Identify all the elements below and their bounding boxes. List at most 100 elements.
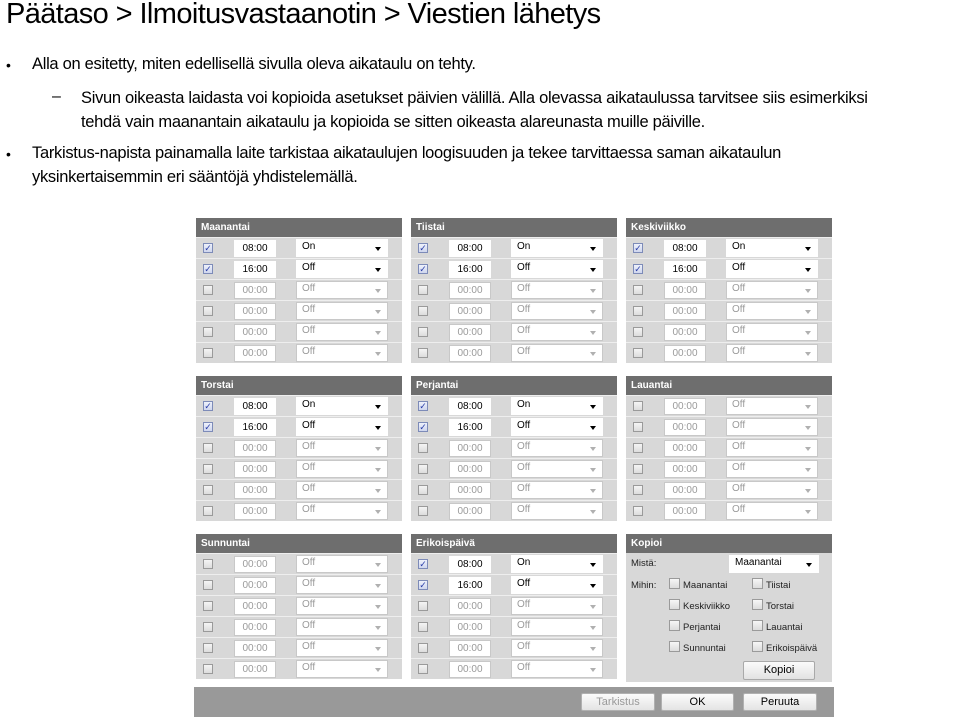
checkbox[interactable] (203, 580, 213, 590)
checkbox[interactable] (633, 464, 643, 474)
checkbox-checked[interactable]: ✓ (418, 401, 428, 411)
cancel-button[interactable]: Peruuta (743, 693, 817, 711)
time-input[interactable]: 00:00 (449, 303, 491, 320)
checkbox-checked[interactable]: ✓ (203, 264, 213, 274)
state-select[interactable]: Off (726, 418, 818, 436)
state-select[interactable]: Off (511, 418, 603, 436)
time-input[interactable]: 00:00 (664, 503, 706, 520)
time-input[interactable]: 00:00 (234, 324, 276, 341)
time-input[interactable]: 00:00 (234, 440, 276, 457)
time-input[interactable]: 16:00 (449, 261, 491, 278)
checkbox[interactable] (203, 306, 213, 316)
state-select[interactable]: Off (726, 397, 818, 415)
checkbox[interactable] (418, 285, 428, 295)
time-input[interactable]: 00:00 (449, 282, 491, 299)
time-input[interactable]: 00:00 (449, 503, 491, 520)
time-input[interactable]: 00:00 (449, 619, 491, 636)
time-input[interactable]: 00:00 (449, 482, 491, 499)
state-select[interactable]: On (511, 397, 603, 415)
copy-button[interactable]: Kopioi (743, 661, 815, 680)
copy-target-checkbox[interactable] (669, 578, 680, 589)
state-select[interactable]: Off (511, 323, 603, 341)
ok-button[interactable]: OK (661, 693, 734, 711)
checkbox[interactable] (633, 443, 643, 453)
checkbox-checked[interactable]: ✓ (203, 401, 213, 411)
checkbox[interactable] (633, 285, 643, 295)
time-input[interactable]: 08:00 (449, 240, 491, 257)
check-button[interactable]: Tarkistus (581, 693, 655, 711)
checkbox[interactable] (203, 622, 213, 632)
time-input[interactable]: 08:00 (234, 240, 276, 257)
state-select[interactable]: Off (511, 260, 603, 278)
time-input[interactable]: 00:00 (234, 503, 276, 520)
checkbox[interactable] (203, 601, 213, 611)
checkbox[interactable] (203, 485, 213, 495)
state-select[interactable]: Off (511, 502, 603, 520)
time-input[interactable]: 00:00 (449, 345, 491, 362)
time-input[interactable]: 00:00 (449, 461, 491, 478)
state-select[interactable]: On (511, 555, 603, 573)
time-input[interactable]: 08:00 (234, 398, 276, 415)
checkbox[interactable] (418, 664, 428, 674)
state-select[interactable]: On (296, 397, 388, 415)
checkbox[interactable] (418, 622, 428, 632)
time-input[interactable]: 00:00 (234, 661, 276, 678)
time-input[interactable]: 00:00 (234, 303, 276, 320)
state-select[interactable]: Off (726, 344, 818, 362)
state-select[interactable]: Off (726, 460, 818, 478)
time-input[interactable]: 00:00 (234, 482, 276, 499)
checkbox[interactable] (418, 506, 428, 516)
state-select[interactable]: Off (296, 439, 388, 457)
state-select[interactable]: Off (726, 481, 818, 499)
checkbox[interactable] (633, 348, 643, 358)
state-select[interactable]: Off (296, 660, 388, 678)
state-select[interactable]: Off (726, 439, 818, 457)
checkbox[interactable] (203, 643, 213, 653)
state-select[interactable]: Off (511, 302, 603, 320)
checkbox-checked[interactable]: ✓ (418, 580, 428, 590)
state-select[interactable]: On (511, 239, 603, 257)
time-input[interactable]: 00:00 (234, 556, 276, 573)
checkbox[interactable] (418, 306, 428, 316)
time-input[interactable]: 00:00 (664, 345, 706, 362)
time-input[interactable]: 00:00 (234, 640, 276, 657)
state-select[interactable]: Off (726, 302, 818, 320)
time-input[interactable]: 08:00 (449, 398, 491, 415)
time-input[interactable]: 16:00 (234, 261, 276, 278)
state-select[interactable]: Off (511, 344, 603, 362)
state-select[interactable]: Off (511, 597, 603, 615)
state-select[interactable]: Off (511, 481, 603, 499)
checkbox[interactable] (203, 443, 213, 453)
checkbox[interactable] (203, 327, 213, 337)
state-select[interactable]: Off (726, 502, 818, 520)
copy-target-checkbox[interactable] (752, 599, 763, 610)
time-input[interactable]: 00:00 (664, 282, 706, 299)
checkbox[interactable] (418, 348, 428, 358)
state-select[interactable]: Off (296, 481, 388, 499)
checkbox-checked[interactable]: ✓ (418, 559, 428, 569)
checkbox[interactable] (633, 506, 643, 516)
state-select[interactable]: Off (511, 281, 603, 299)
state-select[interactable]: On (296, 239, 388, 257)
checkbox[interactable] (418, 601, 428, 611)
copy-target-checkbox[interactable] (669, 641, 680, 652)
checkbox[interactable] (203, 348, 213, 358)
time-input[interactable]: 00:00 (449, 324, 491, 341)
checkbox[interactable] (418, 464, 428, 474)
time-input[interactable]: 00:00 (664, 440, 706, 457)
state-select[interactable]: Off (511, 660, 603, 678)
checkbox-checked[interactable]: ✓ (418, 243, 428, 253)
copy-target-checkbox[interactable] (752, 641, 763, 652)
time-input[interactable]: 00:00 (449, 661, 491, 678)
state-select[interactable]: Off (296, 281, 388, 299)
time-input[interactable]: 00:00 (234, 345, 276, 362)
state-select[interactable]: Off (511, 576, 603, 594)
checkbox-checked[interactable]: ✓ (203, 243, 213, 253)
time-input[interactable]: 00:00 (234, 577, 276, 594)
checkbox[interactable] (418, 443, 428, 453)
state-select[interactable]: Off (296, 323, 388, 341)
checkbox-checked[interactable]: ✓ (633, 264, 643, 274)
checkbox[interactable] (203, 506, 213, 516)
state-select[interactable]: Off (726, 323, 818, 341)
state-select[interactable]: Off (726, 281, 818, 299)
